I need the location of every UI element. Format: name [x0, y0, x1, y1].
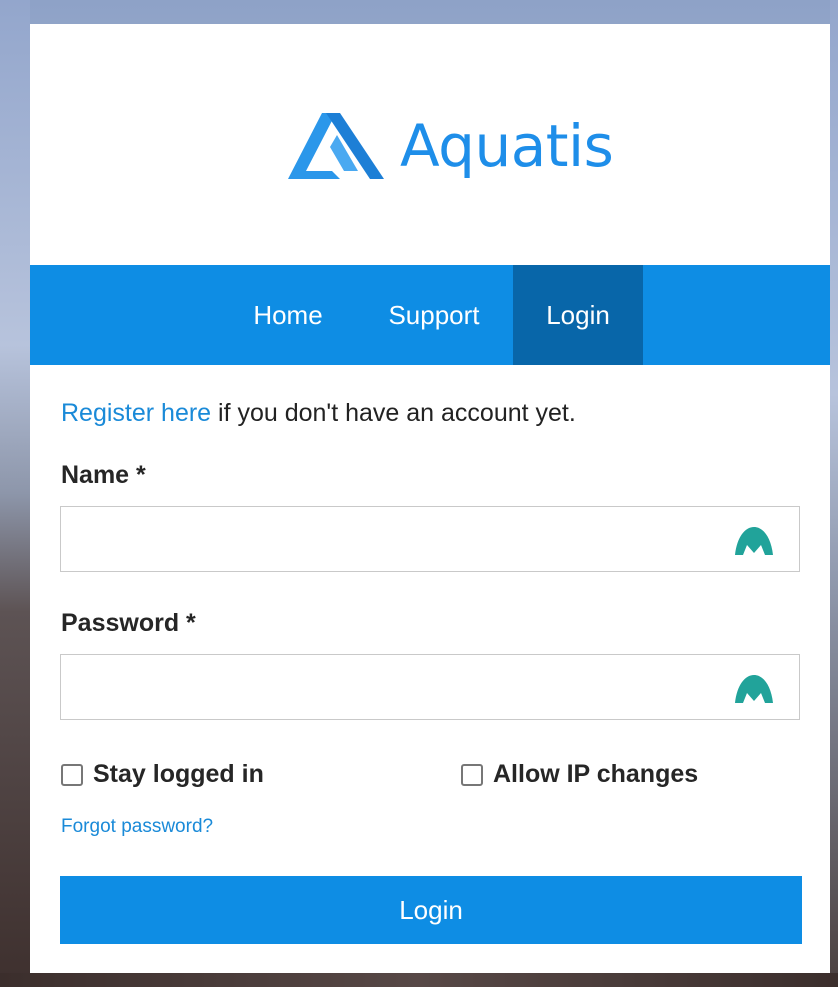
- name-field-wrapper: [60, 506, 800, 572]
- register-link[interactable]: Register here: [61, 399, 211, 427]
- stay-logged-in-checkbox[interactable]: [61, 763, 83, 786]
- password-manager-icon[interactable]: [733, 673, 775, 703]
- allow-ip-changes-checkbox[interactable]: [461, 763, 483, 786]
- brand-logo[interactable]: Aquatis: [288, 106, 614, 186]
- nav-support[interactable]: Support: [370, 265, 498, 365]
- allow-ip-changes-label: Allow IP changes: [493, 760, 699, 788]
- brand-name: Aquatis: [400, 112, 614, 180]
- logo-area: Aquatis: [30, 24, 830, 265]
- password-label: Password *: [61, 609, 196, 637]
- password-manager-icon[interactable]: [733, 525, 775, 555]
- login-card: Aquatis Home Support Login Register here…: [30, 24, 830, 973]
- name-input[interactable]: [61, 507, 741, 571]
- allow-ip-changes-option[interactable]: Allow IP changes: [461, 760, 698, 789]
- password-input[interactable]: [61, 655, 741, 719]
- background-right: [830, 0, 838, 987]
- background-left: [0, 0, 30, 987]
- login-button[interactable]: Login: [60, 876, 802, 944]
- name-label: Name *: [61, 461, 146, 489]
- register-line: Register here if you don't have an accou…: [61, 399, 576, 428]
- nav-login[interactable]: Login: [513, 265, 643, 365]
- password-field-wrapper: [60, 654, 800, 720]
- main-navbar: Home Support Login: [30, 265, 830, 365]
- forgot-password-link[interactable]: Forgot password?: [61, 816, 213, 838]
- register-text: if you don't have an account yet.: [211, 399, 576, 427]
- stay-logged-in-option[interactable]: Stay logged in: [61, 760, 264, 789]
- background-bottom: [0, 973, 838, 987]
- stay-logged-in-label: Stay logged in: [93, 760, 264, 788]
- nav-home[interactable]: Home: [230, 265, 346, 365]
- triangle-logo-icon: [288, 113, 384, 179]
